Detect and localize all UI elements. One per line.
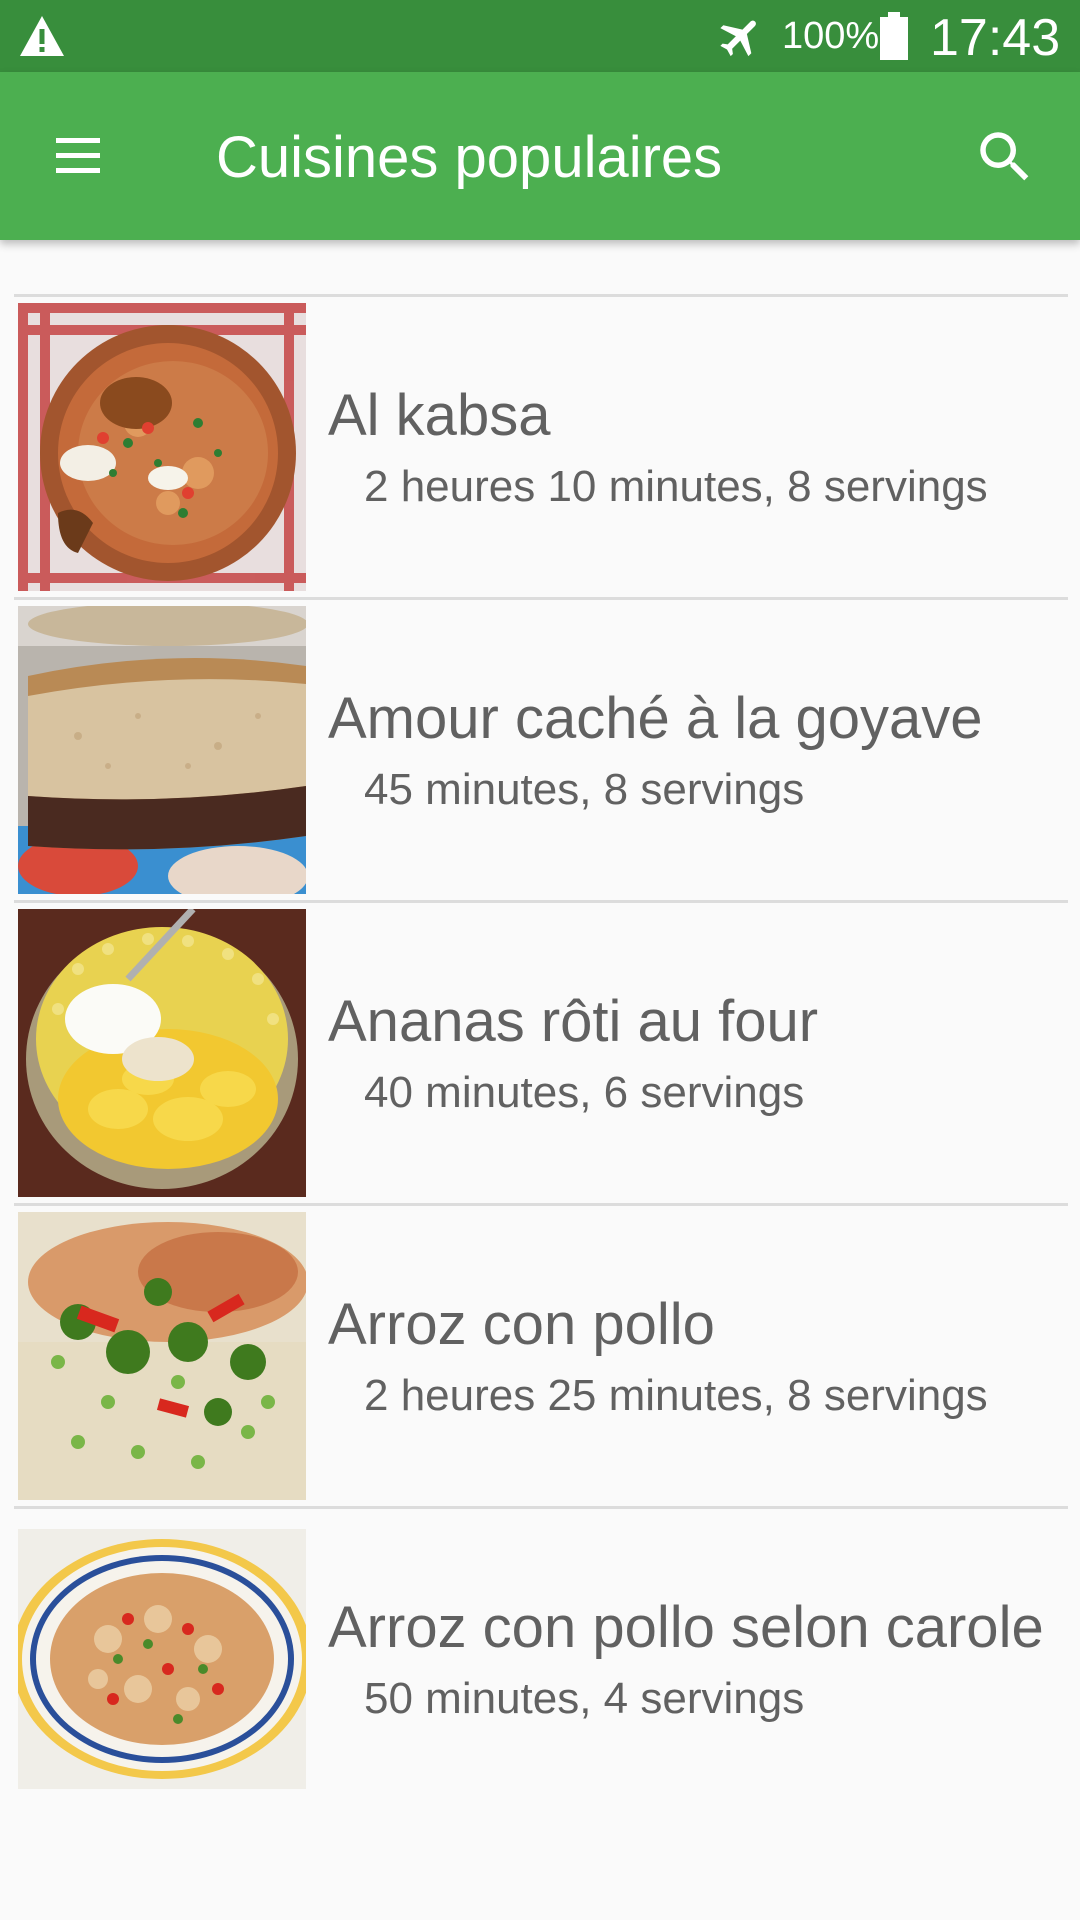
recipe-title: Amour caché à la goyave bbox=[328, 686, 983, 751]
recipe-thumbnail bbox=[18, 1212, 306, 1500]
recipe-item-arroz-con-pollo[interactable]: Arroz con pollo 2 heures 25 minutes, 8 s… bbox=[14, 1206, 1068, 1506]
recipe-title: Arroz con pollo selon carole bbox=[328, 1595, 1044, 1660]
recipe-thumbnail bbox=[18, 1515, 306, 1803]
recipe-item-amour-cache-a-la-goyave[interactable]: Amour caché à la goyave 45 minutes, 8 se… bbox=[14, 600, 1068, 900]
warning-icon bbox=[20, 16, 64, 56]
recipe-thumbnail bbox=[18, 303, 306, 591]
recipe-meta: 40 minutes, 6 servings bbox=[364, 1068, 805, 1117]
recipe-item-al-kabsa[interactable]: Al kabsa 2 heures 10 minutes, 8 servings bbox=[14, 297, 1068, 597]
recipe-title: Arroz con pollo bbox=[328, 1292, 715, 1357]
recipe-meta: 50 minutes, 4 servings bbox=[364, 1674, 805, 1723]
battery-icon bbox=[880, 12, 908, 60]
recipe-thumbnail bbox=[18, 909, 306, 1197]
recipe-meta: 2 heures 25 minutes, 8 servings bbox=[364, 1371, 988, 1420]
page-title: Cuisines populaires bbox=[216, 125, 723, 190]
battery-percent: 100% bbox=[782, 15, 880, 57]
search-icon[interactable] bbox=[972, 124, 1038, 190]
menu-icon[interactable] bbox=[44, 122, 124, 188]
recipe-meta: 2 heures 10 minutes, 8 servings bbox=[364, 462, 988, 511]
recipe-item-ananas-roti-au-four[interactable]: Ananas rôti au four 40 minutes, 6 servin… bbox=[14, 903, 1068, 1203]
airplane-mode-icon bbox=[720, 20, 756, 57]
recipe-item-arroz-con-pollo-selon-carole[interactable]: Arroz con pollo selon carole 50 minutes,… bbox=[14, 1509, 1068, 1809]
status-bar: 100% 17:43 bbox=[0, 0, 1080, 72]
recipe-thumbnail bbox=[18, 606, 306, 894]
clock: 17:43 bbox=[930, 9, 1061, 67]
app-bar: Cuisines populaires bbox=[0, 72, 1080, 240]
recipe-list: Al kabsa 2 heures 10 minutes, 8 servings bbox=[14, 294, 1068, 1809]
recipe-title: Al kabsa bbox=[328, 383, 551, 448]
recipe-meta: 45 minutes, 8 servings bbox=[364, 765, 805, 814]
recipe-title: Ananas rôti au four bbox=[328, 989, 819, 1054]
